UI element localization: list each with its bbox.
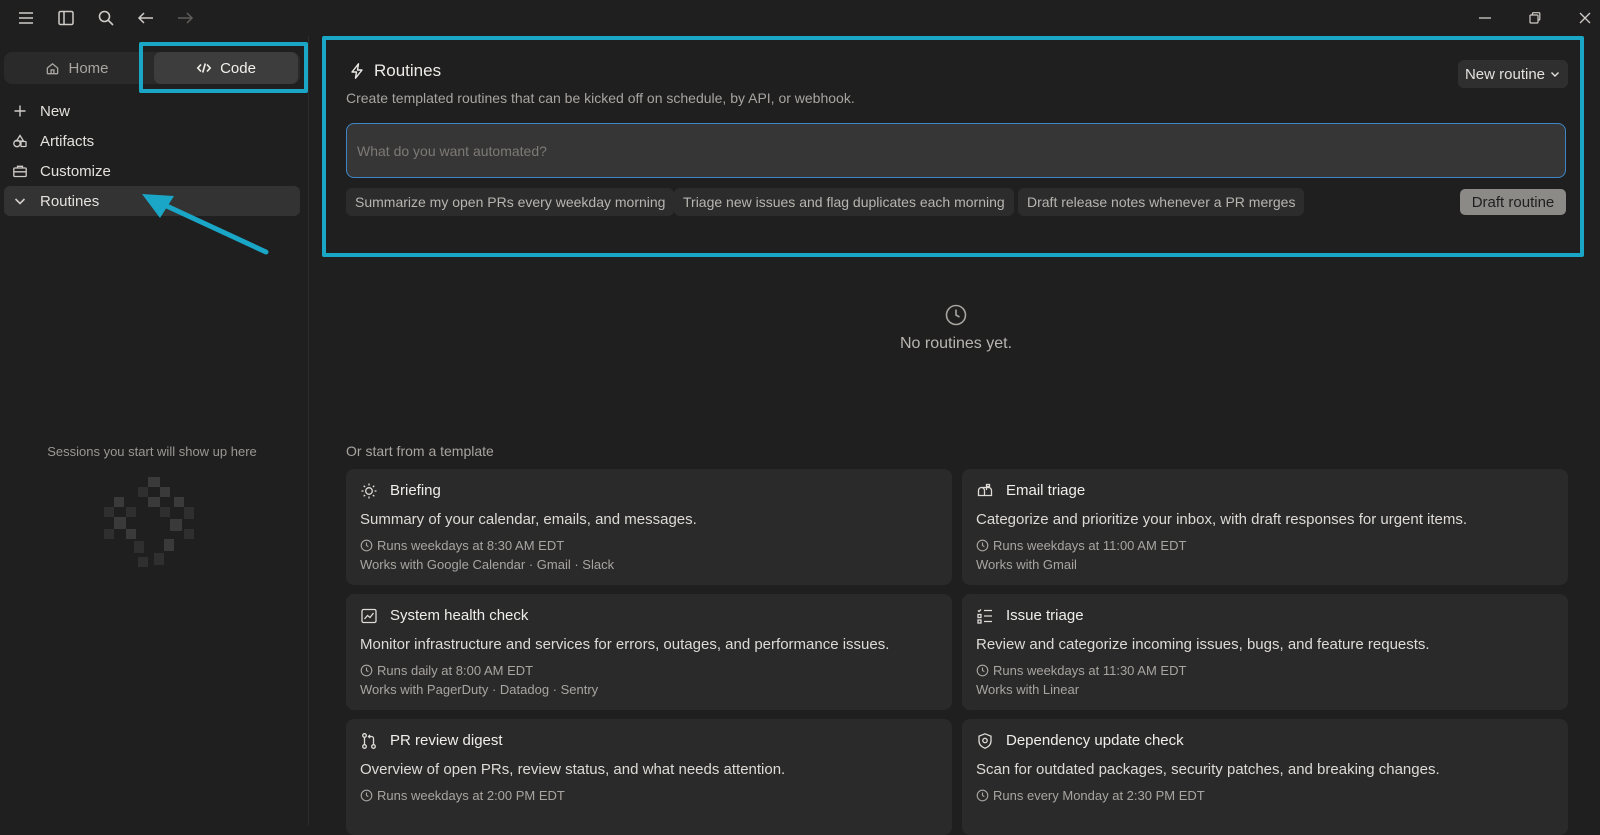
template-description: Overview of open PRs, review status, and… [360,761,786,778]
clock-icon [976,789,989,802]
template-card-issue-triage[interactable]: Issue triage Review and categorize incom… [962,594,1568,710]
template-schedule: Runs weekdays at 11:00 AM EDT [976,538,1186,553]
suggestion-chip[interactable]: Summarize my open PRs every weekday morn… [346,188,675,216]
new-routine-label: New routine [1464,65,1546,83]
template-card-pr-review-digest[interactable]: PR review digest Overview of open PRs, r… [346,719,952,835]
minimize-icon[interactable] [1476,9,1494,27]
template-title: Issue triage [1006,607,1084,624]
template-card-system-health-check[interactable]: System health check Monitor infrastructu… [346,594,952,710]
schedule-text: Runs weekdays at 2:00 PM EDT [377,788,565,803]
template-card-email-triage[interactable]: Email triage Categorize and prioritize y… [962,469,1568,585]
tab-home-label: Home [68,59,109,77]
title-bar [0,0,1600,36]
clock-icon [976,539,989,552]
empty-state-text: No routines yet. [899,335,1013,352]
clock-icon [976,664,989,677]
template-description: Scan for outdated packages, security pat… [976,761,1440,778]
sidebar-item-label: Routines [40,192,100,210]
search-icon[interactable] [96,8,116,28]
sidebar-toggle-icon[interactable] [56,8,76,28]
template-card-briefing[interactable]: Briefing Summary of your calendar, email… [346,469,952,585]
templates-heading: Or start from a template [346,443,494,459]
chevron-down-icon [1549,68,1561,80]
plus-icon [12,103,28,119]
git-pull-request-icon [360,732,378,750]
sidebar-item-artifacts[interactable]: Artifacts [4,126,300,156]
annotation-arrow-icon [142,194,269,255]
template-title: PR review digest [390,732,503,749]
schedule-text: Runs every Monday at 2:30 PM EDT [993,788,1205,803]
template-schedule: Runs daily at 8:00 AM EDT [360,663,533,678]
schedule-text: Runs weekdays at 8:30 AM EDT [377,538,565,553]
template-schedule: Runs weekdays at 2:00 PM EDT [360,788,565,803]
clock-icon [360,789,373,802]
sessions-empty-note: Sessions you start will show up here [47,444,257,459]
template-description: Summary of your calendar, emails, and me… [360,511,697,528]
new-routine-button[interactable]: New routine [1458,60,1568,88]
menu-icon[interactable] [16,8,36,28]
template-schedule: Runs weekdays at 11:30 AM EDT [976,663,1186,678]
template-title: System health check [390,607,529,624]
schedule-text: Runs weekdays at 11:00 AM EDT [993,538,1187,553]
tab-home[interactable]: Home [4,52,150,84]
chevron-down-icon[interactable] [12,193,28,209]
template-description: Review and categorize incoming issues, b… [976,636,1430,653]
template-integrations: Works with PagerDuty · Datadog · Sentry [360,682,599,697]
sidebar: Home Code New Artifacts Customize Routin… [0,36,309,825]
sidebar-item-label: New [40,102,71,120]
sun-icon [360,482,378,500]
template-schedule: Runs weekdays at 8:30 AM EDT [360,538,564,553]
chart-icon [360,607,378,625]
restore-icon[interactable] [1526,9,1544,27]
routines-header: Routines [348,61,441,81]
shield-icon [976,732,994,750]
template-integrations: Works with Linear [976,682,1080,697]
clock-icon [360,539,373,552]
forward-arrow-icon[interactable] [175,8,195,28]
sidebar-item-customize[interactable]: Customize [4,156,300,186]
lightning-icon [348,62,366,80]
sidebar-item-label: Artifacts [40,132,95,150]
template-description: Monitor infrastructure and services for … [360,636,890,653]
template-schedule: Runs every Monday at 2:30 PM EDT [976,788,1205,803]
suggestion-chip[interactable]: Triage new issues and flag duplicates ea… [674,188,1014,216]
page-subtitle: Create templated routines that can be ki… [346,90,855,106]
back-arrow-icon[interactable] [136,8,156,28]
template-integrations: Works with Gmail [976,557,1077,572]
automation-prompt-input[interactable] [346,123,1566,178]
template-description: Categorize and prioritize your inbox, wi… [976,511,1468,528]
template-title: Email triage [1006,482,1086,499]
sidebar-item-label: Customize [40,162,111,180]
template-card-dependency-update-check[interactable]: Dependency update check Scan for outdate… [962,719,1568,835]
template-integrations: Works with Google Calendar · Gmail · Sla… [360,557,615,572]
shapes-icon [12,133,28,149]
briefcase-icon [12,163,28,179]
mailbox-icon [976,482,994,500]
code-tab-highlight [139,42,308,93]
draft-routine-button[interactable]: Draft routine [1460,189,1566,215]
clock-icon [360,664,373,677]
home-icon [45,61,60,76]
suggestion-chip[interactable]: Draft release notes whenever a PR merges [1018,188,1305,216]
template-title: Briefing [390,482,441,499]
schedule-text: Runs daily at 8:00 AM EDT [377,663,534,678]
page-title: Routines [374,61,442,80]
list-check-icon [976,607,994,625]
sidebar-item-new[interactable]: New [4,96,300,126]
clock-icon [944,303,968,327]
schedule-text: Runs weekdays at 11:30 AM EDT [993,663,1187,678]
template-title: Dependency update check [1006,732,1184,749]
pixel-art-illustration [104,477,194,567]
close-icon[interactable] [1576,9,1594,27]
